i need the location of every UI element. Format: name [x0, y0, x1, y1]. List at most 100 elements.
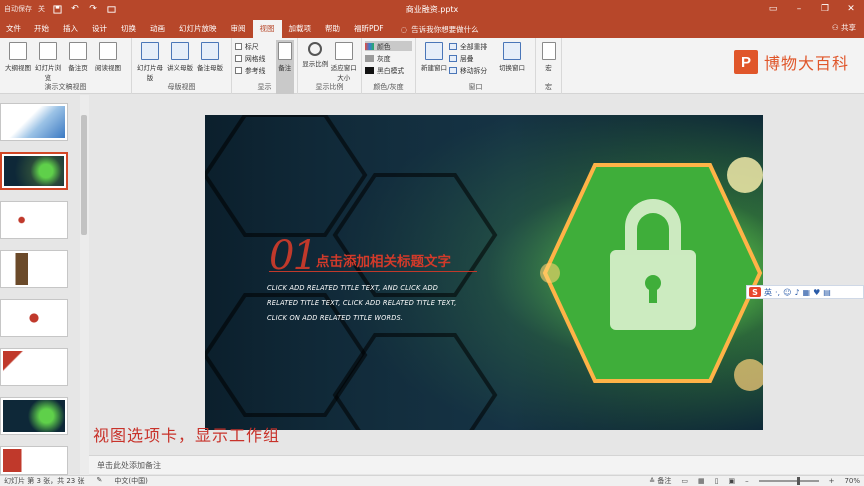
notes-placeholder: 单击此处添加备注	[97, 461, 161, 470]
ime-language[interactable]: 英	[764, 287, 772, 298]
redo-icon[interactable]: ↷	[87, 3, 99, 15]
black-white-option[interactable]: 黑白模式	[365, 65, 412, 75]
tab-transitions[interactable]: 切换	[114, 20, 143, 38]
color-option[interactable]: 颜色	[365, 41, 412, 51]
ribbon-display-icon[interactable]: ▭	[760, 0, 786, 18]
document-title: 商业融资.pptx	[405, 4, 459, 14]
autosave-state[interactable]: 关	[38, 4, 45, 14]
group-color-grayscale: 颜色 灰度 黑白模式 颜色/灰度	[362, 38, 416, 94]
thumbnail-preview	[3, 449, 65, 472]
slide-subtitle[interactable]: CLICK ADD RELATED TITLE TEXT, AND CLICK …	[267, 281, 467, 326]
tab-design[interactable]: 设计	[85, 20, 114, 38]
punctuation-icon[interactable]: ·,	[775, 288, 780, 297]
cascade-button[interactable]: 层叠	[449, 53, 497, 63]
spellcheck-icon[interactable]: ✎	[97, 476, 103, 486]
minimize-button[interactable]: –	[786, 0, 812, 18]
slide-sorter-icon	[39, 42, 57, 60]
slide-canvas[interactable]: 01 点击添加相关标题文字 CLICK ADD RELATED TITLE TE…	[205, 115, 763, 430]
group-show: 标尺 网格线 参考线 备注 显示	[232, 38, 298, 94]
slide-thumbnail[interactable]	[0, 299, 68, 337]
zoom-level[interactable]: 70%	[844, 477, 860, 485]
quick-access-toolbar: 自动保存 关 ↶ ↷	[0, 3, 117, 15]
grayscale-option[interactable]: 灰度	[365, 53, 412, 63]
group-label-master-views: 母版视图	[167, 83, 196, 91]
language-indicator[interactable]: 中文(中国)	[114, 476, 147, 486]
reading-view-icon[interactable]: ▯	[715, 477, 719, 485]
microphone-icon[interactable]: ♪	[794, 288, 799, 297]
status-left: 幻灯片 第 3 张，共 23 张 ✎ 中文(中国)	[0, 476, 148, 486]
checkbox-box	[235, 54, 242, 62]
slide-thumbnail[interactable]	[0, 446, 68, 475]
title-bar: 自动保存 关 ↶ ↷ 商业融资.pptx ▭ – ❐ ✕	[0, 0, 864, 18]
arrange-all-icon	[449, 42, 457, 50]
thumbnail-scrollbar[interactable]	[80, 95, 89, 475]
sogou-icon[interactable]: S	[749, 287, 761, 297]
save-icon[interactable]	[51, 3, 63, 15]
thumbnail-preview	[3, 204, 65, 236]
tools-icon[interactable]: ▤	[823, 288, 831, 297]
ruler-checkbox[interactable]: 标尺	[235, 41, 276, 51]
notes-icon	[277, 42, 292, 60]
group-label-presentation-views: 演示文稿视图	[44, 83, 87, 91]
zoom-out-icon[interactable]: –	[745, 477, 749, 485]
restore-button[interactable]: ❐	[812, 0, 838, 18]
slide-thumbnail-active[interactable]	[0, 152, 68, 190]
thumbnail-preview	[3, 302, 65, 334]
gridlines-checkbox[interactable]: 网格线	[235, 53, 276, 63]
skin-icon[interactable]: ♥	[813, 288, 820, 297]
present-icon[interactable]	[105, 3, 117, 15]
slide-section-number[interactable]: 01	[269, 233, 318, 279]
tab-file[interactable]: 文件	[0, 20, 27, 38]
tab-help[interactable]: 帮助	[318, 20, 347, 38]
move-split-button[interactable]: 移动拆分	[449, 65, 497, 75]
slide-title[interactable]: 点击添加相关标题文字	[316, 250, 451, 270]
group-label-macros: 宏	[545, 83, 552, 91]
autosave-label[interactable]: 自动保存	[4, 4, 32, 14]
slide-thumbnail[interactable]	[0, 250, 68, 288]
tab-slideshow[interactable]: 幻灯片放映	[172, 20, 224, 38]
emoji-icon[interactable]: ☺	[783, 288, 791, 297]
tab-animations[interactable]: 动画	[143, 20, 172, 38]
slide-counter: 幻灯片 第 3 张，共 23 张	[4, 477, 85, 485]
tell-me-box[interactable]: ◌ 告诉我你想要做什么	[401, 20, 479, 38]
guides-checkbox[interactable]: 参考线	[235, 65, 276, 75]
slide-thumbnail[interactable]	[0, 103, 68, 141]
share-button[interactable]: ⚇ 共享	[832, 22, 856, 33]
ime-toolbar[interactable]: S 英 ·, ☺ ♪ ▦ ♥ ▤	[746, 285, 864, 299]
tab-insert[interactable]: 插入	[56, 20, 85, 38]
tab-view[interactable]: 视图	[252, 20, 282, 38]
notes-status-button[interactable]: ≙ 备注	[649, 476, 671, 486]
macros-icon	[541, 42, 556, 60]
zoom-in-icon[interactable]: +	[829, 477, 835, 485]
thumbnail-preview	[3, 253, 65, 285]
handout-master-icon	[171, 42, 189, 60]
slide-thumbnail[interactable]	[0, 348, 68, 386]
share-label: 共享	[841, 23, 856, 32]
slide-thumbnail-pane	[0, 95, 80, 475]
close-button[interactable]: ✕	[838, 0, 864, 18]
person-icon: ⚇	[831, 23, 839, 32]
scrollbar-thumb[interactable]	[81, 115, 87, 235]
notes-pane[interactable]: 单击此处添加备注	[89, 455, 864, 474]
magnifier-icon	[308, 42, 323, 56]
slideshow-icon[interactable]: ▣	[728, 477, 735, 485]
title-underline	[269, 271, 477, 272]
tab-review[interactable]: 审阅	[224, 20, 253, 38]
arrange-all-button[interactable]: 全部重排	[449, 41, 497, 51]
slide-thumbnail[interactable]	[0, 201, 68, 239]
tab-home[interactable]: 开始	[27, 20, 56, 38]
keyboard-icon[interactable]: ▦	[803, 288, 811, 297]
tab-addins[interactable]: 加载项	[282, 20, 319, 38]
group-macros: 宏 宏	[536, 38, 562, 94]
sorter-view-icon[interactable]: ▦	[698, 477, 705, 485]
reading-view-icon	[99, 42, 117, 60]
tab-foxit-pdf[interactable]: 福昕PDF	[347, 20, 391, 38]
undo-icon[interactable]: ↶	[69, 3, 81, 15]
thumbnail-preview	[3, 106, 65, 138]
group-window: 新建窗口 全部重排 层叠 移动拆分 切换窗口 窗口	[416, 38, 536, 94]
notes-master-icon	[201, 42, 219, 60]
zoom-slider[interactable]	[758, 477, 819, 485]
normal-view-icon[interactable]: ▭	[681, 477, 688, 485]
black-white-swatch-icon	[365, 66, 374, 74]
slide-thumbnail[interactable]	[0, 397, 68, 435]
